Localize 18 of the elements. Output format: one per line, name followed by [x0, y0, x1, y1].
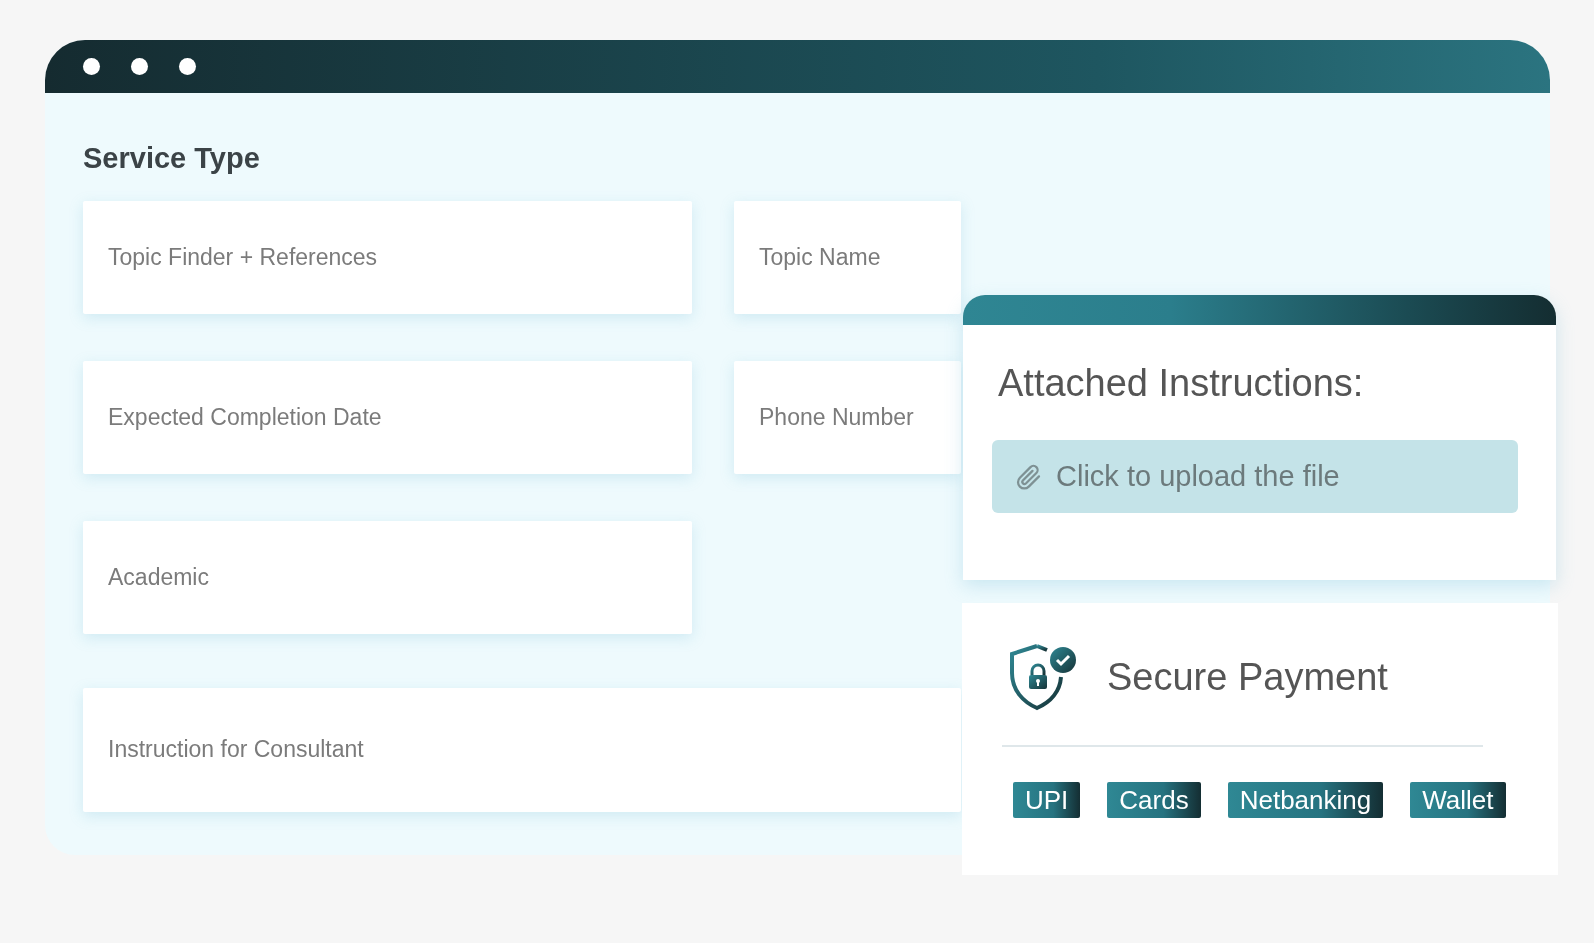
payment-method-tag: Cards	[1107, 782, 1201, 818]
window-dot	[83, 58, 100, 75]
input-field[interactable]: Phone Number	[734, 360, 961, 474]
input-field[interactable]: Topic Finder + References	[83, 200, 692, 314]
card-title: Secure Payment	[1107, 654, 1388, 700]
payment-method-tag: Wallet	[1410, 782, 1506, 818]
payment-method-tag: Netbanking	[1227, 782, 1384, 818]
input-field[interactable]: Topic Name	[734, 200, 961, 314]
window-dot	[179, 58, 196, 75]
input-field[interactable]: Instruction for Consultant	[83, 687, 961, 812]
input-field[interactable]: Expected Completion Date	[83, 360, 692, 474]
section-title: Service Type	[83, 141, 260, 176]
payment-method-tag: UPI	[1013, 782, 1081, 818]
shield-lock-icon	[1007, 643, 1077, 711]
window-dot	[131, 58, 148, 75]
card-title: Attached Instructions:	[998, 361, 1364, 406]
input-field[interactable]: Academic	[83, 520, 692, 634]
upload-button[interactable]: Click to upload the file	[992, 440, 1518, 513]
